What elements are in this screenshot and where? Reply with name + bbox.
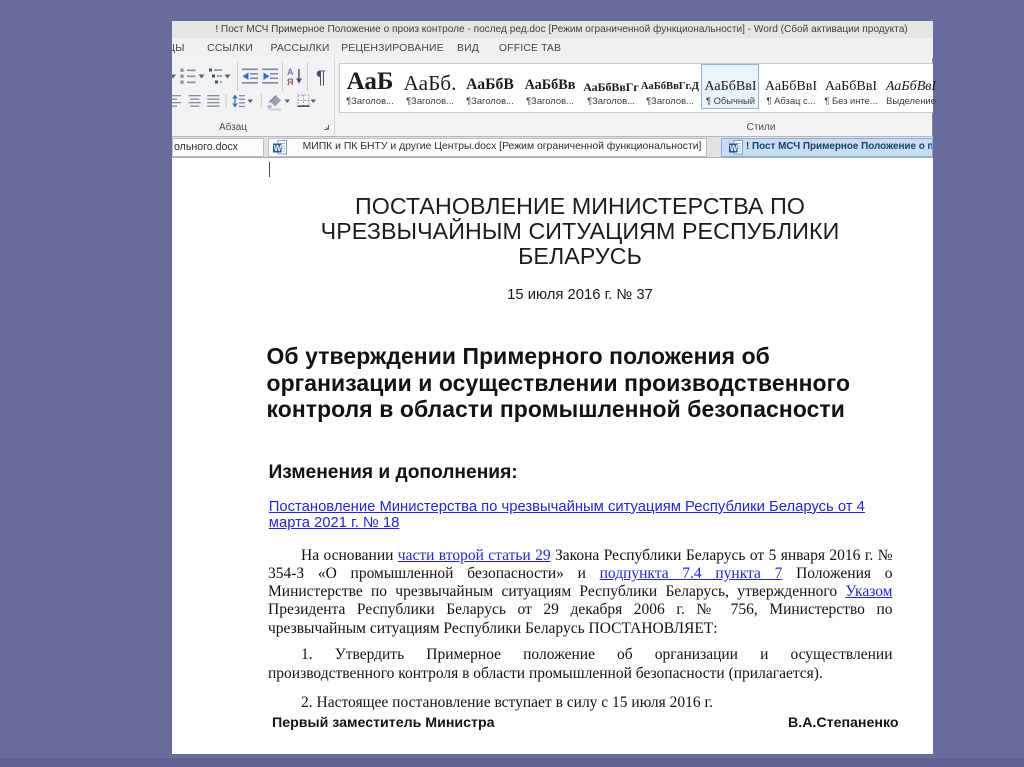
svg-text:А: А (287, 67, 294, 77)
svg-text:W: W (274, 144, 282, 153)
svg-text:¶: ¶ (316, 67, 326, 88)
svg-text:Я: Я (287, 77, 293, 87)
svg-text:W: W (730, 144, 738, 153)
